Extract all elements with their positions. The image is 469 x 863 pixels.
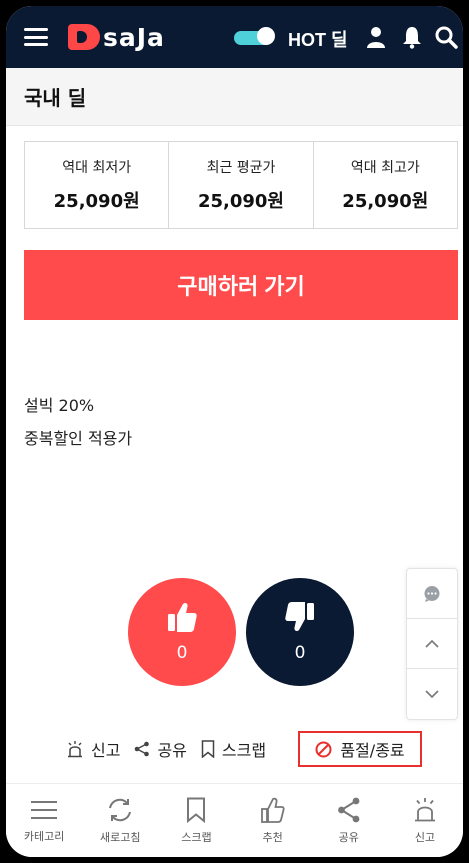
- nav-label: 신고: [414, 830, 436, 844]
- price-history-box: 역대 최저가 25,090원 최근 평균가 25,090원 역대 최고가 25,…: [24, 141, 458, 229]
- chat-icon: [424, 585, 440, 602]
- soldout-action[interactable]: 품절/종료: [298, 731, 422, 767]
- thumbs-up-icon: [168, 602, 197, 632]
- prohibited-icon: [315, 741, 332, 757]
- bell-icon[interactable]: [400, 25, 424, 49]
- share-label: 공유: [157, 741, 187, 760]
- nav-label: 추천: [262, 830, 283, 844]
- top-navbar: saJa HOT 딜: [6, 6, 463, 68]
- nav-label: 카테고리: [23, 829, 65, 843]
- price-highest: 역대 최고가 25,090원: [314, 142, 457, 228]
- bookmark-icon: [201, 740, 215, 758]
- share-icon: [337, 797, 360, 822]
- refresh-icon: [109, 798, 132, 821]
- price-label: 역대 최고가: [350, 160, 420, 176]
- price-lowest: 역대 최저가 25,090원: [25, 142, 170, 228]
- bottom-navigation: 카테고리 새로고침 스크랩 추천 공유 신고: [6, 783, 463, 857]
- hot-deal-toggle[interactable]: [234, 27, 275, 45]
- thumbs-down-icon: [285, 602, 314, 632]
- description-line: 중복할인 적용가: [24, 429, 133, 448]
- search-icon[interactable]: [434, 25, 458, 49]
- upvote-count: 0: [176, 643, 188, 663]
- nav-label: 새로고침: [100, 830, 141, 844]
- siren-icon: [414, 797, 435, 821]
- nav-label: 공유: [338, 830, 359, 844]
- logo-mark: [68, 24, 100, 50]
- nav-refresh[interactable]: 새로고침: [82, 784, 158, 857]
- go-to-purchase-button[interactable]: 구매하러 가기: [24, 250, 458, 320]
- floating-side-panel: [406, 568, 458, 720]
- page-title-bar: 국내 딜: [6, 68, 463, 126]
- price-value: 25,090원: [342, 191, 429, 212]
- price-label: 역대 최저가: [62, 160, 132, 176]
- logo-text: saJa: [103, 22, 165, 52]
- nav-recommend[interactable]: 추천: [235, 784, 311, 857]
- chat-button[interactable]: [407, 569, 457, 619]
- chevron-down-icon: [425, 690, 439, 699]
- nav-category[interactable]: 카테고리: [6, 784, 82, 857]
- toggle-knob: [257, 27, 275, 45]
- nav-label: 스크랩: [181, 830, 212, 844]
- price-label: 최근 평균가: [206, 160, 276, 176]
- price-average: 최근 평균가 25,090원: [169, 142, 314, 228]
- menu-icon[interactable]: [24, 28, 48, 46]
- description-line: 설빅 20%: [24, 396, 95, 415]
- page-title: 국내 딜: [24, 86, 87, 110]
- bookmark-icon: [187, 797, 206, 823]
- scrap-label: 스크랩: [221, 741, 267, 760]
- scrap-action[interactable]: 스크랩: [201, 737, 266, 761]
- downvote-button[interactable]: 0: [246, 578, 354, 686]
- price-value: 25,090원: [197, 191, 284, 212]
- post-actions: 신고 공유 스크랩: [66, 734, 280, 764]
- scroll-down-button[interactable]: [407, 669, 457, 719]
- user-icon[interactable]: [364, 25, 388, 49]
- chevron-up-icon: [425, 639, 439, 648]
- nav-scrap[interactable]: 스크랩: [158, 784, 234, 857]
- report-action[interactable]: 신고: [66, 737, 120, 761]
- deal-description: 설빅 20% 중복할인 적용가: [24, 389, 132, 455]
- nav-share[interactable]: 공유: [311, 784, 387, 857]
- nav-report[interactable]: 신고: [387, 784, 463, 857]
- share-icon: [135, 741, 150, 757]
- hot-deal-label[interactable]: HOT 딜: [288, 26, 348, 52]
- scroll-up-button[interactable]: [407, 619, 457, 669]
- soldout-label: 품절/종료: [340, 741, 405, 760]
- thumbs-up-icon: [260, 797, 285, 823]
- downvote-count: 0: [294, 643, 306, 663]
- siren-icon: [68, 741, 82, 758]
- upvote-button[interactable]: 0: [128, 578, 236, 686]
- report-label: 신고: [91, 741, 121, 760]
- logo[interactable]: saJa: [68, 20, 165, 54]
- share-action[interactable]: 공유: [134, 737, 187, 761]
- price-value: 25,090원: [53, 191, 140, 212]
- menu-icon: [31, 800, 58, 819]
- app-frame: saJa HOT 딜 국내 딜 역대 최저가 25,090원 최근 평균가 25…: [6, 6, 463, 857]
